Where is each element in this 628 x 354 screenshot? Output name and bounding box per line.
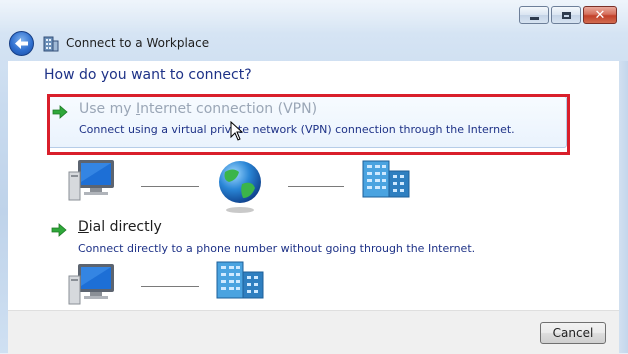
computer-icon	[68, 160, 114, 201]
green-arrow-icon	[52, 105, 68, 119]
option-vpn-description: Connect using a virtual private network …	[79, 123, 515, 136]
option-dial[interactable]: Dial directly Connect directly to a phon…	[47, 215, 567, 267]
page-heading: How do you want to connect?	[44, 67, 252, 83]
globe-icon	[219, 161, 261, 213]
server-icon	[216, 261, 264, 299]
content-area: How do you want to connect? Use my Inter…	[8, 61, 619, 310]
maximize-icon	[561, 11, 571, 19]
back-button[interactable]	[9, 31, 34, 56]
footer-bar: Cancel	[8, 310, 619, 354]
window-title: Connect to a Workplace	[66, 36, 210, 50]
server-icon	[362, 160, 410, 198]
mouse-cursor-icon	[230, 121, 244, 141]
option-vpn-title: Use my Internet connection (VPN)	[79, 101, 318, 117]
connection-line	[141, 186, 199, 187]
maximize-button[interactable]	[551, 6, 581, 24]
option-vpn[interactable]: Use my Internet connection (VPN) Connect…	[47, 96, 567, 148]
cancel-button[interactable]: Cancel	[540, 322, 606, 344]
option-dial-description: Connect directly to a phone number witho…	[78, 242, 476, 255]
close-button[interactable]: ✕	[583, 6, 617, 24]
back-arrow-icon	[15, 38, 28, 49]
green-arrow-icon	[51, 223, 67, 237]
window-border-right	[619, 61, 628, 353]
minimize-icon	[529, 16, 539, 20]
workplace-icon	[43, 36, 59, 52]
computer-icon	[68, 264, 114, 305]
connection-line	[141, 286, 199, 287]
option-dial-title: Dial directly	[78, 219, 162, 235]
connection-line	[288, 186, 344, 187]
close-icon: ✕	[594, 7, 606, 23]
caption-buttons: ✕	[519, 6, 617, 24]
minimize-button[interactable]	[519, 6, 549, 24]
